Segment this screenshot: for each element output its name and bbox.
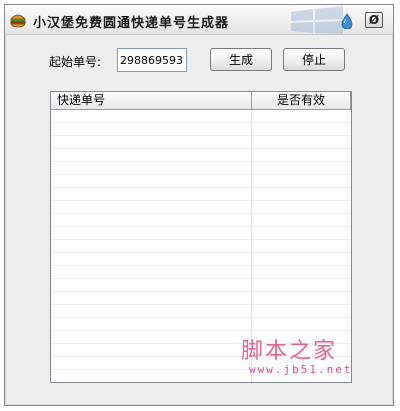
- window-title: 小汉堡免费圆通快递单号生成器: [33, 16, 230, 31]
- close-icon[interactable]: Ø: [365, 12, 383, 28]
- title-bar[interactable]: 小汉堡免费圆通快递单号生成器 Ø: [5, 5, 393, 35]
- column-header-validity[interactable]: 是否有效: [252, 92, 351, 110]
- column-header-tracking-number[interactable]: 快递单号: [51, 92, 252, 110]
- list-header: 快递单号 是否有效: [51, 92, 351, 110]
- start-number-input[interactable]: [117, 48, 187, 72]
- burger-app-icon: [10, 14, 26, 28]
- app-window: 小汉堡免费圆通快递单号生成器 Ø 起始单号: 生成 停止 快递单号 是否有效 脚…: [4, 4, 394, 406]
- watermark-url: www.jb51.net: [249, 363, 353, 376]
- start-number-label: 起始单号:: [49, 55, 102, 69]
- water-drop-icon: [341, 13, 353, 29]
- watermark-logo: 脚本之家: [241, 339, 338, 364]
- generate-button[interactable]: 生成: [210, 48, 272, 71]
- stop-button[interactable]: 停止: [283, 48, 345, 71]
